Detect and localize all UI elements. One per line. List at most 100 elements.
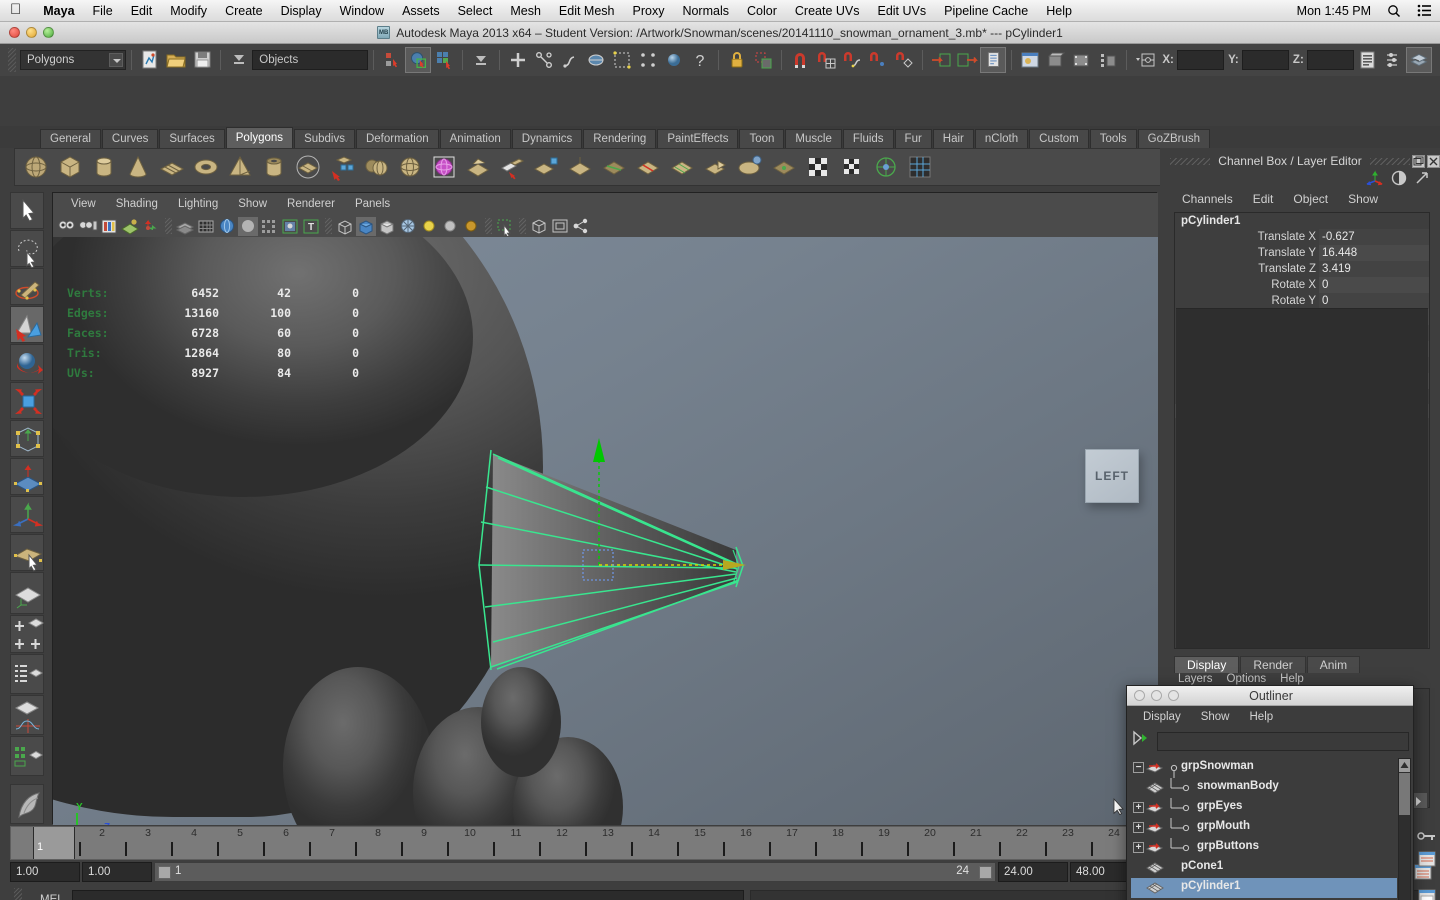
- y-input[interactable]: [1241, 50, 1289, 70]
- camera-attributes-icon[interactable]: [78, 217, 98, 236]
- os-menu-proxy[interactable]: Proxy: [624, 4, 674, 18]
- x-ray-icon[interactable]: [280, 217, 300, 236]
- range-handle-right[interactable]: [979, 866, 992, 879]
- shelf-tab-polygons[interactable]: Polygons: [225, 127, 294, 148]
- crease-tool-icon[interactable]: [871, 152, 901, 182]
- channel-box-menu-show[interactable]: Show: [1338, 192, 1388, 206]
- channel-attribute-row[interactable]: Rotate Y0: [1175, 293, 1429, 309]
- last-tool-icon[interactable]: [10, 534, 44, 572]
- make-live-icon[interactable]: [769, 152, 799, 182]
- channel-attribute-value[interactable]: 0: [1319, 293, 1429, 309]
- flat-shade-icon[interactable]: [238, 216, 258, 236]
- channel-box-menu-object[interactable]: Object: [1283, 192, 1338, 206]
- outliner-item-grpMouth[interactable]: + grpMouth: [1131, 818, 1397, 838]
- os-menu-mesh[interactable]: Mesh: [501, 4, 550, 18]
- magnet-curve-icon[interactable]: [839, 47, 865, 73]
- viewport-menu-panels[interactable]: Panels: [345, 198, 400, 210]
- panel-grip-right[interactable]: [1369, 157, 1411, 165]
- outliner-filter-icon[interactable]: [1131, 729, 1153, 753]
- show-tool-settings-icon[interactable]: [1380, 47, 1406, 73]
- output-connections-icon[interactable]: [954, 47, 980, 73]
- channel-attribute-row[interactable]: Translate X -0.627: [1175, 229, 1429, 245]
- expand-icon[interactable]: +: [1133, 822, 1144, 833]
- poly-helix-icon[interactable]: [293, 152, 323, 182]
- outliner-item-grpEyes[interactable]: + grpEyes: [1131, 798, 1397, 818]
- command-line-input[interactable]: [72, 889, 744, 900]
- poly-cube-icon[interactable]: [55, 152, 85, 182]
- panel-grip-left[interactable]: [1170, 157, 1211, 165]
- range-handle-left[interactable]: [158, 866, 171, 879]
- channel-attribute-value[interactable]: -0.627: [1319, 229, 1429, 245]
- toggle-selection-highlight-icon[interactable]: [750, 47, 776, 73]
- single-view-icon[interactable]: [529, 217, 549, 236]
- soft-modification-icon[interactable]: [10, 458, 44, 495]
- image-plane-icon[interactable]: [120, 217, 140, 236]
- new-scene-icon[interactable]: [137, 47, 163, 73]
- layer-tab-display[interactable]: Display: [1174, 656, 1240, 673]
- mirror-geometry-icon[interactable]: [395, 152, 425, 182]
- component-mask-menu-icon[interactable]: [468, 47, 494, 73]
- default-light-icon[interactable]: [419, 217, 439, 236]
- poly-pipe-icon[interactable]: [259, 152, 289, 182]
- render-current-frame-icon[interactable]: [1017, 47, 1043, 73]
- close-icon[interactable]: [1427, 154, 1440, 168]
- outliner-item-snowmanBody[interactable]: snowmanBody: [1131, 778, 1397, 798]
- combine-icon[interactable]: [327, 152, 357, 182]
- rotate-tool-icon[interactable]: [10, 344, 44, 381]
- channel-attribute-value[interactable]: 3.419: [1319, 261, 1429, 277]
- magnet-point-icon[interactable]: [865, 47, 891, 73]
- channel-attribute-value[interactable]: 16.448: [1319, 245, 1429, 261]
- list-icon[interactable]: [1409, 4, 1440, 17]
- texture-hw-icon[interactable]: [217, 217, 237, 236]
- outliner-item-pCylinder1[interactable]: pCylinder1: [1131, 878, 1397, 898]
- four-view-layout-icon[interactable]: [10, 615, 45, 653]
- channel-box-menu-edit[interactable]: Edit: [1243, 192, 1284, 206]
- view-cube[interactable]: LEFT: [1085, 449, 1139, 503]
- offset-edge-loop-icon[interactable]: [667, 152, 697, 182]
- shelf-tab-toon[interactable]: Toon: [739, 129, 785, 148]
- channel-attribute-row[interactable]: Translate Z 3.419: [1175, 261, 1429, 277]
- shelf-tab-dynamics[interactable]: Dynamics: [511, 129, 583, 148]
- lighting-icon[interactable]: [398, 217, 418, 236]
- restore-icon[interactable]: [1412, 154, 1426, 168]
- shelf-tab-hair[interactable]: Hair: [932, 129, 974, 148]
- arrow-expand-icon[interactable]: [1414, 170, 1430, 191]
- outliner-search-input[interactable]: [1157, 731, 1409, 751]
- viewport-menu-lighting[interactable]: Lighting: [168, 198, 228, 210]
- smooth-shade-icon[interactable]: [175, 217, 195, 236]
- shelf-tab-subdivs[interactable]: Subdivs: [294, 129, 355, 148]
- outliner-item-grpSnowman[interactable]: − grpSnowman: [1131, 758, 1397, 778]
- paint-select-icon[interactable]: [10, 268, 44, 305]
- layer-menu-layers[interactable]: Layers: [1178, 673, 1213, 685]
- poly-pyramid-icon[interactable]: [225, 152, 255, 182]
- layer-tab-anim[interactable]: Anim: [1306, 656, 1361, 673]
- wireframe-icon[interactable]: [335, 217, 355, 236]
- shelf-tab-deformation[interactable]: Deformation: [355, 129, 439, 148]
- open-scene-icon[interactable]: [163, 47, 189, 73]
- os-menu-maya[interactable]: Maya: [34, 4, 83, 18]
- wireframe-on-shaded-icon[interactable]: [196, 217, 216, 236]
- outliner-scrollbar[interactable]: [1398, 758, 1411, 900]
- script-editor-icon[interactable]: [1416, 888, 1438, 900]
- command-line-grip[interactable]: [14, 888, 22, 900]
- universal-manipulator-icon[interactable]: [10, 420, 44, 457]
- grid-snap-icon[interactable]: [141, 217, 161, 236]
- half-circle-icon[interactable]: [1391, 170, 1407, 191]
- poly-display-icon[interactable]: [905, 152, 935, 182]
- open-field-menu-icon[interactable]: [1132, 47, 1158, 73]
- outliner-menu-display[interactable]: Display: [1133, 711, 1191, 723]
- bounding-box-icon[interactable]: [259, 217, 279, 236]
- axis-manip-icon[interactable]: [1366, 170, 1384, 191]
- snap-to-live-icon[interactable]: [635, 47, 661, 73]
- chevron-down-icon[interactable]: [109, 53, 124, 67]
- x-input[interactable]: [1176, 50, 1225, 70]
- selection-mask-field[interactable]: Objects: [252, 50, 369, 70]
- os-menu-pipeline-cache[interactable]: Pipeline Cache: [935, 4, 1037, 18]
- search-icon[interactable]: [1379, 4, 1409, 18]
- select-by-object-type-icon[interactable]: [405, 47, 432, 73]
- channel-attribute-value[interactable]: 0: [1319, 277, 1429, 293]
- channel-attribute-row[interactable]: Translate Y 16.448: [1175, 245, 1429, 261]
- shelf-tab-animation[interactable]: Animation: [439, 129, 511, 148]
- os-menu-window[interactable]: Window: [331, 4, 393, 18]
- range-start-field[interactable]: 1.00: [10, 862, 80, 882]
